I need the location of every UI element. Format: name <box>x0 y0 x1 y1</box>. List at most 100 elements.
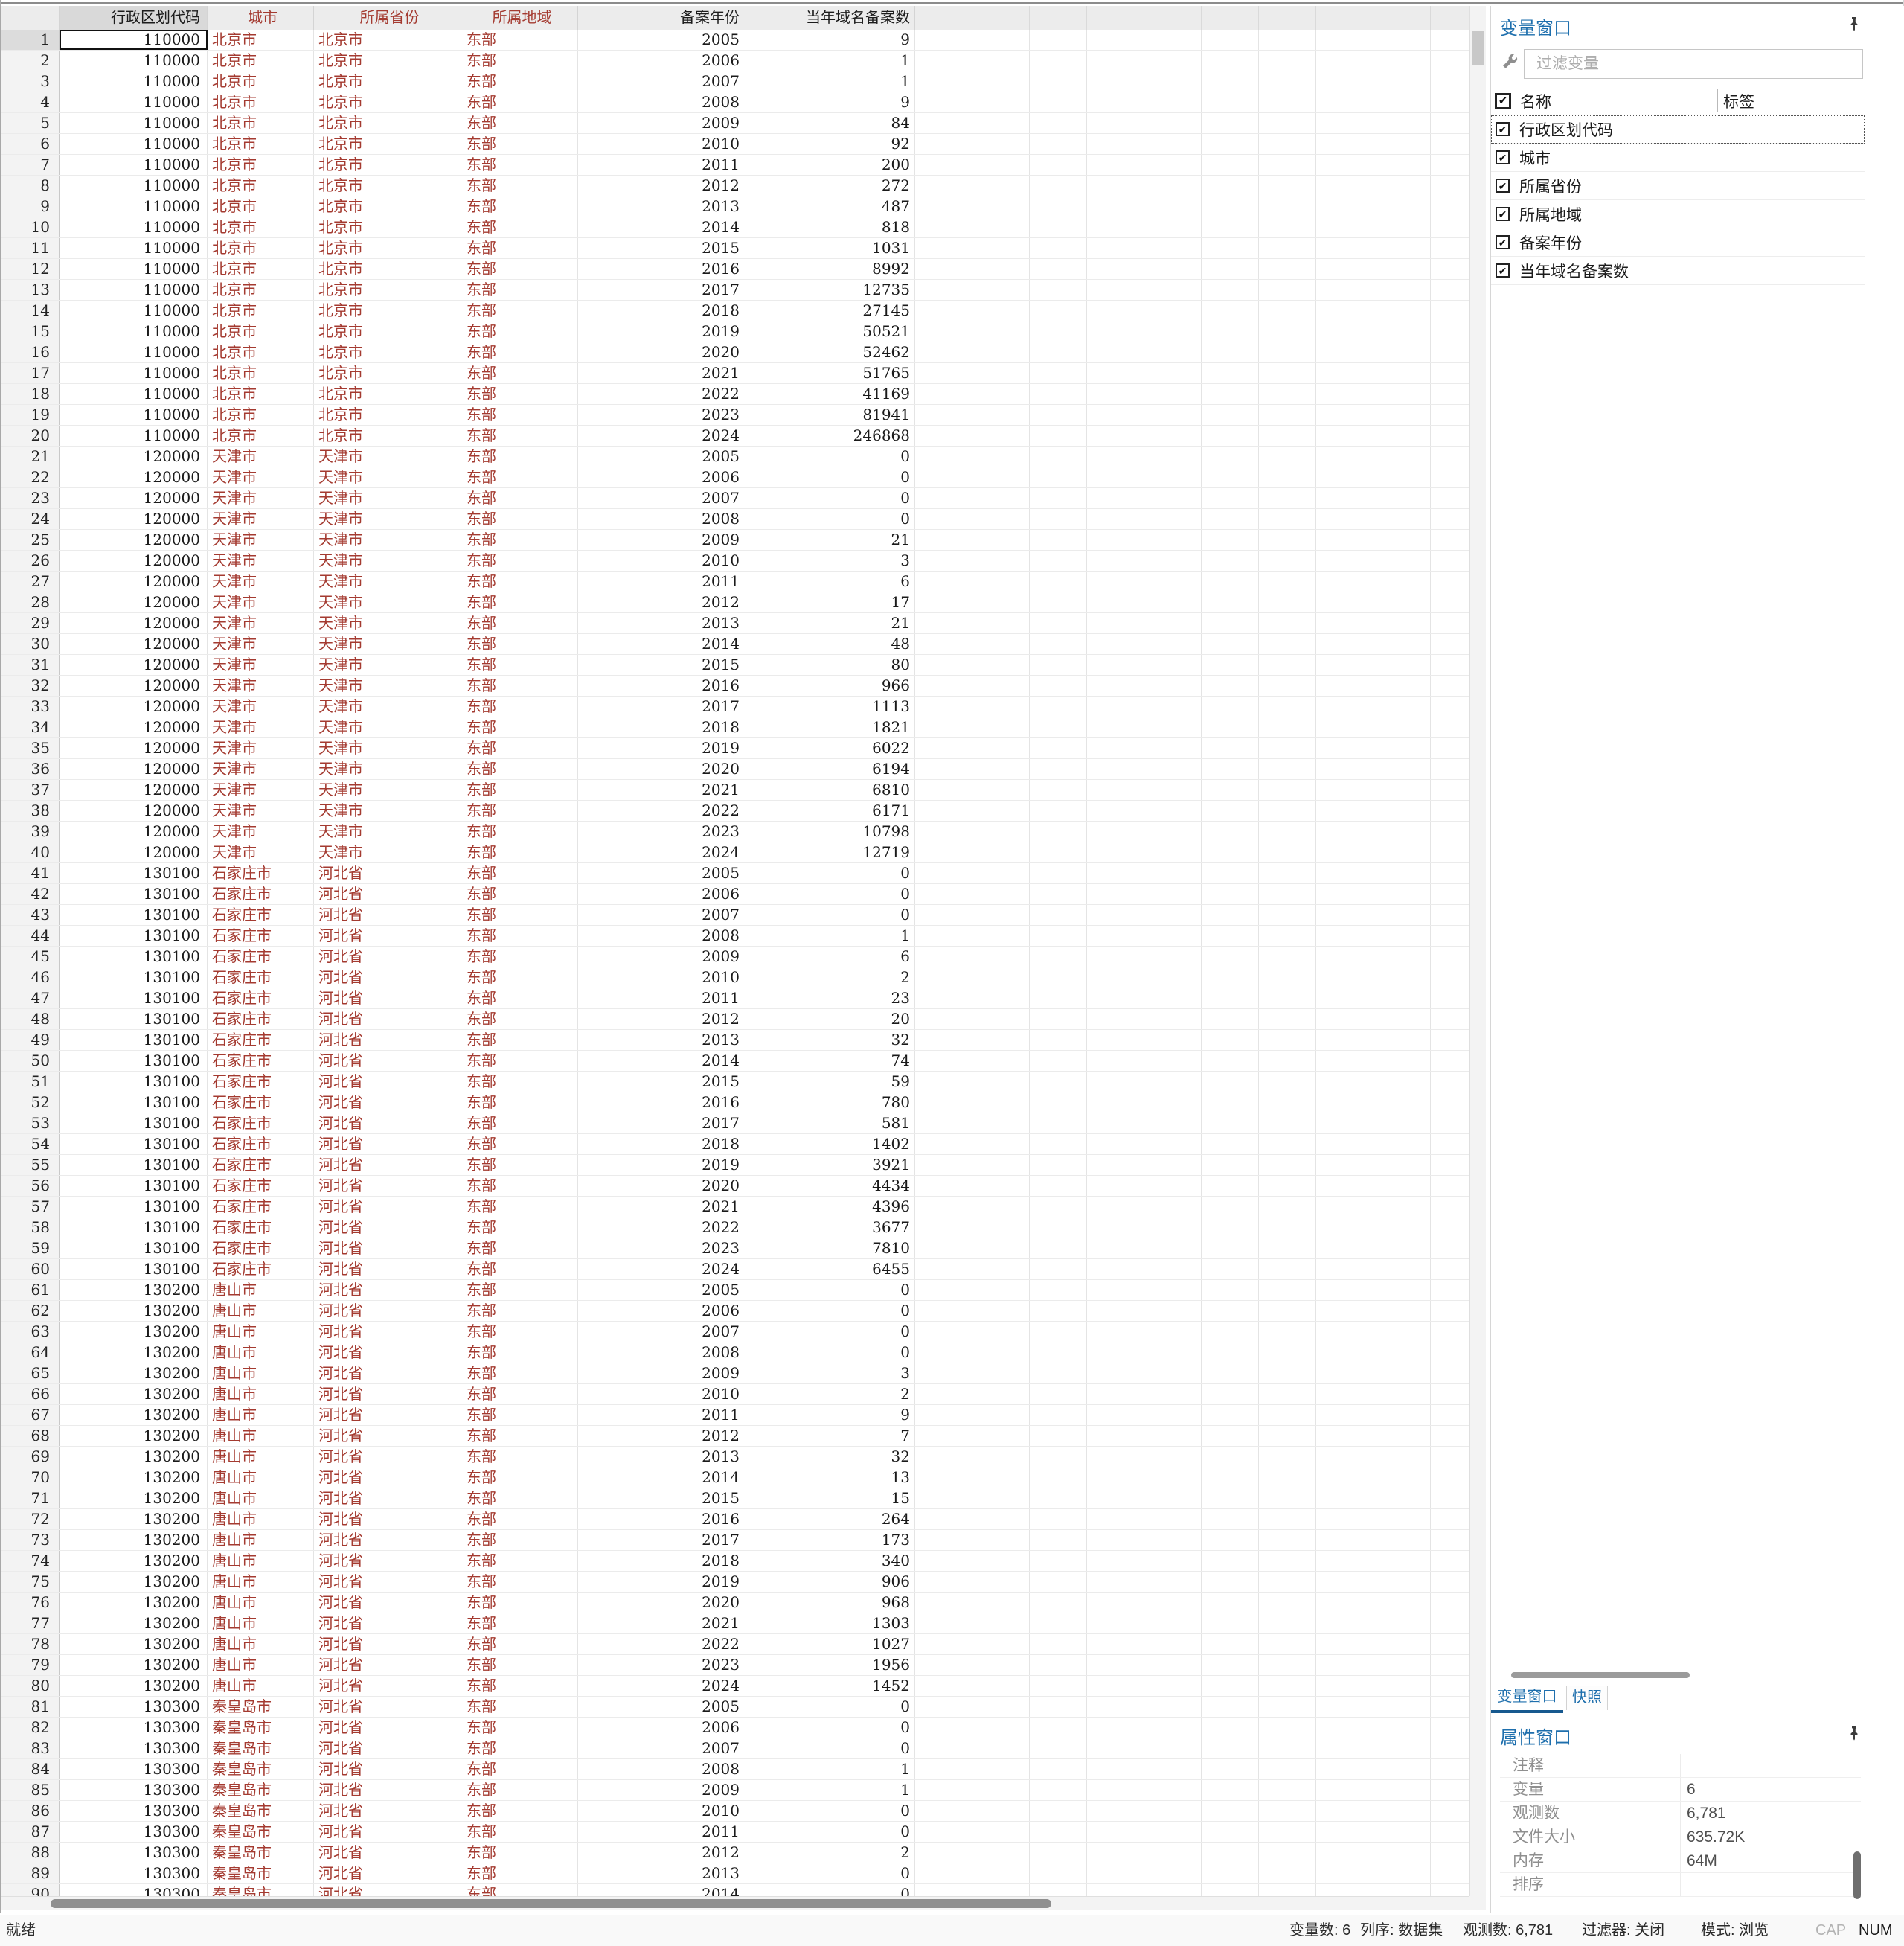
row-number[interactable]: 66 <box>1 1384 60 1404</box>
cell-province[interactable]: 北京市 <box>314 51 461 71</box>
cell-count[interactable]: 0 <box>746 863 915 883</box>
variable-checkbox[interactable]: ✔ <box>1496 235 1510 249</box>
cell-region[interactable]: 东部 <box>461 1613 578 1633</box>
cell-year[interactable]: 2013 <box>578 196 746 217</box>
cell-city[interactable]: 天津市 <box>208 467 314 487</box>
row-number[interactable]: 11 <box>1 238 60 258</box>
cell-code[interactable]: 130100 <box>60 988 208 1008</box>
cell-count[interactable]: 340 <box>746 1551 915 1571</box>
cell-city[interactable]: 天津市 <box>208 655 314 675</box>
cell-city[interactable]: 天津市 <box>208 613 314 633</box>
cell-region[interactable]: 东部 <box>461 92 578 112</box>
cell-count[interactable]: 8992 <box>746 259 915 279</box>
row-number[interactable]: 4 <box>1 92 60 112</box>
cell-region[interactable]: 东部 <box>461 176 578 196</box>
cell-year[interactable]: 2016 <box>578 1092 746 1113</box>
row-number[interactable]: 89 <box>1 1863 60 1883</box>
row-number[interactable]: 32 <box>1 676 60 696</box>
cell-year[interactable]: 2008 <box>578 926 746 946</box>
cell-city[interactable]: 石家庄市 <box>208 1238 314 1258</box>
cell-year[interactable]: 2019 <box>578 1155 746 1175</box>
cell-region[interactable]: 东部 <box>461 1072 578 1092</box>
cell-region[interactable]: 东部 <box>461 280 578 300</box>
cell-count[interactable]: 1 <box>746 1780 915 1800</box>
cell-city[interactable]: 北京市 <box>208 426 314 446</box>
cell-city[interactable]: 石家庄市 <box>208 1051 314 1071</box>
cell-code[interactable]: 120000 <box>60 822 208 842</box>
cell-year[interactable]: 2021 <box>578 363 746 383</box>
wrench-icon[interactable] <box>1500 52 1519 71</box>
cell-province[interactable]: 河北省 <box>314 1655 461 1675</box>
cell-count[interactable]: 264 <box>746 1509 915 1529</box>
row-number[interactable]: 7 <box>1 155 60 175</box>
cell-count[interactable]: 74 <box>746 1051 915 1071</box>
cell-code[interactable]: 130100 <box>60 1092 208 1113</box>
cell-city[interactable]: 唐山市 <box>208 1613 314 1633</box>
cell-region[interactable]: 东部 <box>461 384 578 404</box>
row-number[interactable]: 82 <box>1 1718 60 1738</box>
row-number[interactable]: 5 <box>1 113 60 133</box>
cell-province[interactable]: 天津市 <box>314 530 461 550</box>
cell-province[interactable]: 河北省 <box>314 1863 461 1883</box>
col-header-city[interactable]: 城市 <box>208 6 314 30</box>
cell-code[interactable]: 120000 <box>60 488 208 508</box>
row-number[interactable]: 48 <box>1 1009 60 1029</box>
cell-count[interactable]: 3921 <box>746 1155 915 1175</box>
row-number[interactable]: 44 <box>1 926 60 946</box>
cell-code[interactable]: 130300 <box>60 1697 208 1717</box>
cell-city[interactable]: 天津市 <box>208 509 314 529</box>
cell-count[interactable]: 0 <box>746 447 915 467</box>
cell-province[interactable]: 河北省 <box>314 1822 461 1842</box>
cell-code[interactable]: 110000 <box>60 176 208 196</box>
cell-code[interactable]: 130100 <box>60 1259 208 1279</box>
cell-year[interactable]: 2011 <box>578 1822 746 1842</box>
cell-code[interactable]: 130200 <box>60 1384 208 1404</box>
cell-code[interactable]: 130200 <box>60 1488 208 1508</box>
cell-year[interactable]: 2017 <box>578 1113 746 1133</box>
cell-city[interactable]: 唐山市 <box>208 1426 314 1446</box>
cell-code[interactable]: 110000 <box>60 342 208 362</box>
cell-year[interactable]: 2023 <box>578 405 746 425</box>
cell-year[interactable]: 2016 <box>578 1509 746 1529</box>
cell-year[interactable]: 2018 <box>578 1551 746 1571</box>
cell-year[interactable]: 2020 <box>578 1176 746 1196</box>
cell-region[interactable]: 东部 <box>461 1134 578 1154</box>
row-number[interactable]: 57 <box>1 1197 60 1217</box>
row-number[interactable]: 81 <box>1 1697 60 1717</box>
column-divider[interactable] <box>1717 89 1718 112</box>
row-number[interactable]: 71 <box>1 1488 60 1508</box>
cell-count[interactable]: 6 <box>746 947 915 967</box>
cell-province[interactable]: 河北省 <box>314 1509 461 1529</box>
vertical-scrollbar-thumb[interactable] <box>1472 31 1484 65</box>
cell-region[interactable]: 东部 <box>461 530 578 550</box>
cell-city[interactable]: 唐山市 <box>208 1676 314 1696</box>
cell-province[interactable]: 天津市 <box>314 634 461 654</box>
row-number[interactable]: 62 <box>1 1301 60 1321</box>
cell-count[interactable]: 968 <box>746 1593 915 1613</box>
cell-province[interactable]: 北京市 <box>314 301 461 321</box>
cell-region[interactable]: 东部 <box>461 1655 578 1675</box>
row-number[interactable]: 42 <box>1 884 60 904</box>
cell-region[interactable]: 东部 <box>461 488 578 508</box>
cell-province[interactable]: 河北省 <box>314 1217 461 1238</box>
cell-code[interactable]: 130100 <box>60 1051 208 1071</box>
row-number[interactable]: 75 <box>1 1572 60 1592</box>
cell-year[interactable]: 2024 <box>578 426 746 446</box>
cell-count[interactable]: 0 <box>746 1342 915 1363</box>
row-number[interactable]: 72 <box>1 1509 60 1529</box>
cell-region[interactable]: 东部 <box>461 1843 578 1863</box>
cell-count[interactable]: 9 <box>746 1405 915 1425</box>
cell-region[interactable]: 东部 <box>461 1405 578 1425</box>
row-number[interactable]: 6 <box>1 134 60 154</box>
cell-province[interactable]: 河北省 <box>314 1072 461 1092</box>
cell-province[interactable]: 北京市 <box>314 71 461 92</box>
cell-year[interactable]: 2009 <box>578 1780 746 1800</box>
cell-city[interactable]: 秦皇岛市 <box>208 1718 314 1738</box>
cell-year[interactable]: 2013 <box>578 1863 746 1883</box>
cell-province[interactable]: 北京市 <box>314 321 461 342</box>
cell-region[interactable]: 东部 <box>461 926 578 946</box>
cell-region[interactable]: 东部 <box>461 613 578 633</box>
cell-count[interactable]: 272 <box>746 176 915 196</box>
cell-year[interactable]: 2005 <box>578 863 746 883</box>
cell-region[interactable]: 东部 <box>461 71 578 92</box>
